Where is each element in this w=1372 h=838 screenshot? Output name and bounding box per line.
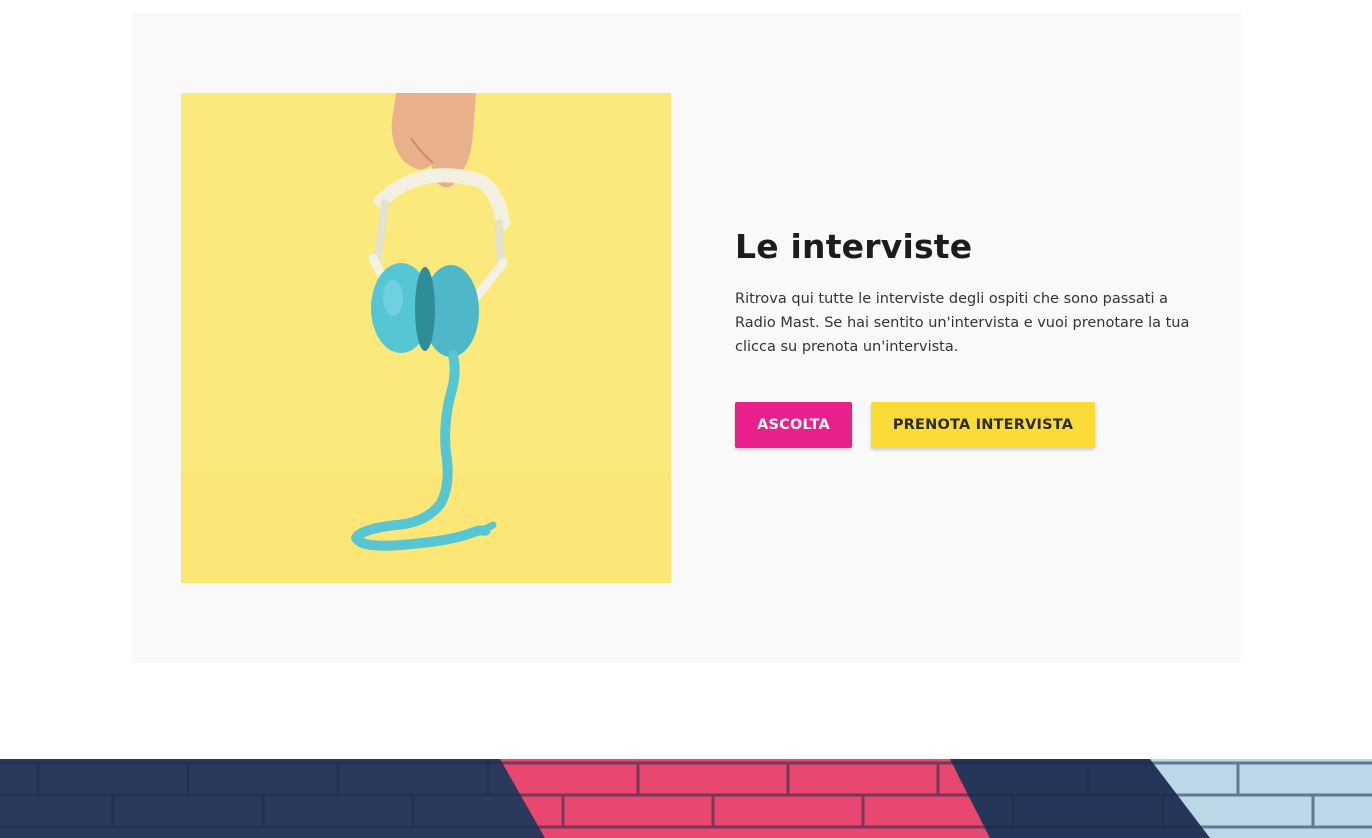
painted-brick-wall-banner <box>0 759 1372 838</box>
headphones-image <box>181 93 671 583</box>
interviews-section: Le interviste Ritrova qui tutte le inter… <box>133 13 1241 663</box>
brick-wall-image <box>0 759 1372 838</box>
section-description: Ritrova qui tutte le interviste degli os… <box>735 291 1190 355</box>
action-buttons: ASCOLTA PRENOTA INTERVISTA <box>735 402 1205 448</box>
book-interview-button[interactable]: PRENOTA INTERVISTA <box>871 402 1095 448</box>
section-content: Le interviste Ritrova qui tutte le inter… <box>735 227 1205 448</box>
section-title: Le interviste <box>735 227 973 266</box>
page: Le interviste Ritrova qui tutte le inter… <box>0 0 1372 838</box>
listen-button[interactable]: ASCOLTA <box>735 402 852 448</box>
headphones-photo <box>181 93 671 583</box>
